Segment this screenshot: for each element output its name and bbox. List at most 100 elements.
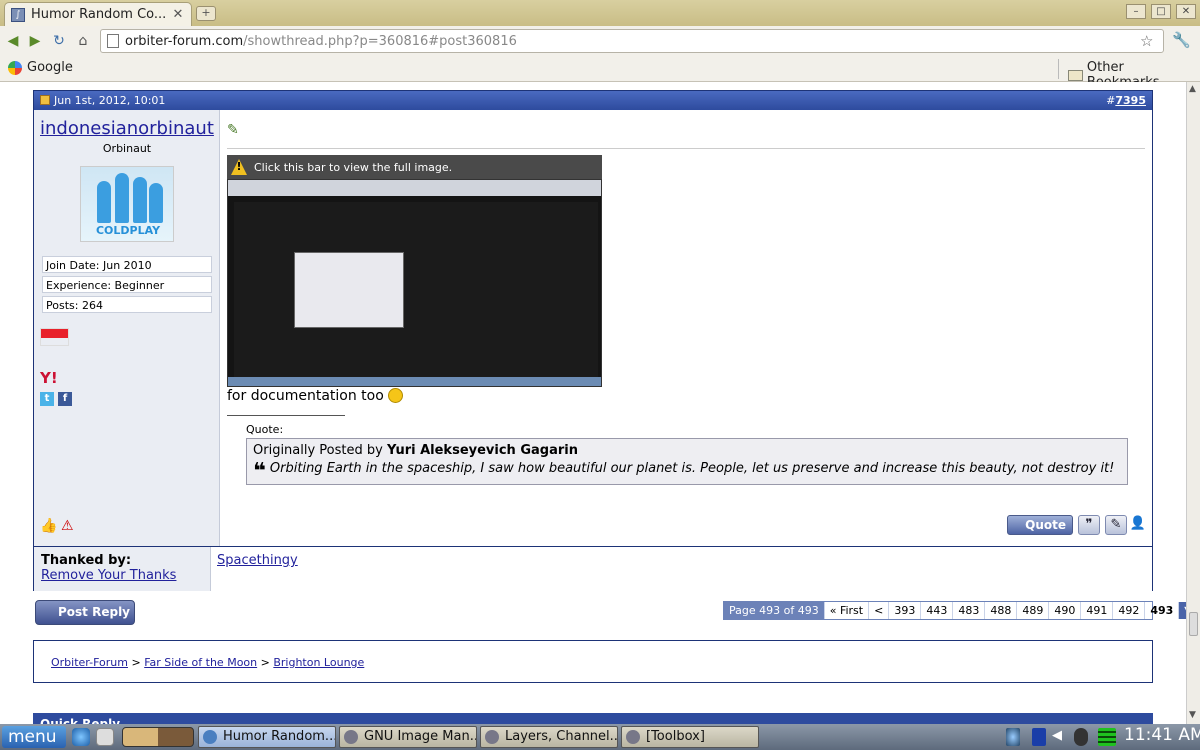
scroll-thumb[interactable] (1189, 612, 1198, 636)
breadcrumb: Orbiter-Forum > Far Side of the Moon > B… (33, 640, 1153, 683)
yahoo-icon[interactable]: Y! (40, 369, 58, 387)
taskbar-app-layers[interactable]: Layers, Channel... (480, 726, 618, 748)
bookmark-star-icon[interactable]: ☆ (1140, 32, 1153, 50)
current-page: 493 (1144, 602, 1178, 619)
first-page-link[interactable]: « First (823, 602, 868, 619)
remove-thanks-link[interactable]: Remove Your Thanks (41, 568, 176, 583)
scroll-down-icon[interactable]: ▼ (1189, 710, 1196, 720)
post-reply-button[interactable]: Post Reply (35, 600, 135, 625)
address-bar[interactable]: orbiter-forum.com/showthread.php?p=36081… (100, 29, 1164, 53)
page-link[interactable]: 490 (1048, 602, 1080, 619)
reload-icon[interactable]: ↻ (50, 32, 68, 50)
user-title: Orbinaut (102, 142, 152, 155)
cpu-monitor-icon (1098, 728, 1116, 746)
facebook-icon[interactable]: f (58, 392, 72, 406)
post-header: Jun 1st, 2012, 10:01 #7395 (34, 91, 1152, 110)
avatar[interactable]: COLDPLAY (80, 166, 174, 242)
page-link[interactable]: 489 (1016, 602, 1048, 619)
url-path: /showthread.php?p=360816#post360816 (243, 33, 517, 49)
edit-post-icon[interactable]: ✎ (1105, 515, 1127, 535)
page-link[interactable]: 393 (888, 602, 920, 619)
bookmarks-separator (1058, 59, 1059, 79)
taskbar-app-toolbox[interactable]: [Toolbox] (621, 726, 759, 748)
vertical-scrollbar[interactable]: ▲ ▼ (1186, 82, 1200, 724)
taskbar-app-gimp[interactable]: GNU Image Man... (339, 726, 477, 748)
google-icon (8, 60, 22, 75)
forward-arrow-icon[interactable]: ▶ (26, 32, 44, 50)
thanks-icon[interactable]: 👤 (1129, 515, 1147, 535)
full-image-bar[interactable]: ! Click this bar to view the full image. (227, 155, 602, 179)
new-tab-button[interactable]: + (196, 6, 216, 21)
post-number-link[interactable]: 7395 (1115, 94, 1146, 107)
post-count: Posts: 264 (42, 296, 212, 313)
page-link[interactable]: 443 (920, 602, 952, 619)
signature-divider (227, 415, 345, 416)
quote-button[interactable]: Quote (1007, 515, 1073, 535)
gimp-app-icon (344, 730, 358, 744)
volume-icon[interactable]: ◀ (1052, 728, 1066, 746)
user-info-pane: indonesianorbinaut Orbinaut COLDPLAY Joi… (34, 110, 220, 546)
network-globe-icon[interactable] (1006, 728, 1020, 746)
quote-text: ❝ Orbiting Earth in the spaceship, I saw … (253, 459, 1115, 484)
start-menu-button[interactable]: menu (2, 726, 66, 748)
report-post-icon[interactable]: ⚠ (61, 518, 74, 534)
page-viewport: Jun 1st, 2012, 10:01 #7395 indonesianorb… (0, 82, 1186, 724)
user-tray-icon[interactable] (1074, 728, 1088, 746)
breadcrumb-link[interactable]: Far Side of the Moon (144, 656, 257, 669)
bookmark-google[interactable]: Google (8, 60, 73, 75)
quick-reply-header[interactable]: Quick Reply (33, 713, 1153, 724)
full-image-bar-text: Click this bar to view the full image. (254, 160, 453, 174)
prev-page-link[interactable]: < (868, 602, 888, 619)
post-date: Jun 1st, 2012, 10:01 (54, 94, 166, 107)
close-window-icon[interactable]: ✕ (1176, 4, 1196, 19)
quote-mark-icon: ❝ (253, 459, 266, 484)
page-dropdown-icon[interactable]: ▼ (1178, 602, 1186, 619)
avatar-text: COLDPLAY (95, 224, 161, 237)
quote-label: Quote: (246, 423, 284, 436)
battery-icon[interactable] (1032, 728, 1046, 746)
browser-toolbar: ◀ ▶ ↻ ⌂ orbiter-forum.com/showthread.php… (0, 26, 1200, 56)
os-taskbar: menu Humor Random... GNU Image Man... La… (0, 724, 1200, 750)
tab-strip: ∫ Humor Random Co... ✕ + – □ ✕ (0, 0, 1200, 26)
page-link[interactable]: 492 (1112, 602, 1144, 619)
editor-launcher-icon[interactable] (96, 728, 114, 746)
breadcrumb-separator: > (131, 656, 141, 669)
browser-launcher-icon[interactable] (72, 728, 90, 746)
maximize-icon[interactable]: □ (1151, 4, 1171, 19)
username-link[interactable]: indonesianorbinaut (40, 118, 214, 139)
post-icon (40, 95, 50, 105)
site-favicon-icon: ∫ (11, 7, 25, 22)
quote-author: Yuri Alekseyevich Gagarin (386, 443, 578, 458)
page-link[interactable]: 491 (1080, 602, 1112, 619)
back-arrow-icon[interactable]: ◀ (4, 32, 22, 50)
thanks-row: Thanked by: Remove Your Thanks Spacethin… (34, 546, 1152, 591)
wrench-menu-icon[interactable]: 🔧 (1172, 31, 1191, 49)
breadcrumb-link[interactable]: Brighton Lounge (273, 656, 364, 669)
browser-tab[interactable]: ∫ Humor Random Co... ✕ (4, 2, 192, 26)
breadcrumb-link[interactable]: Orbiter-Forum (51, 656, 128, 669)
quote-source: Originally Posted by Yuri Alekseyevich G… (253, 443, 578, 458)
embedded-screenshot[interactable] (227, 179, 602, 387)
bookmark-label: Google (27, 60, 73, 75)
page-icon (107, 34, 119, 48)
workspace-preview[interactable] (122, 727, 194, 747)
home-icon[interactable]: ⌂ (74, 32, 92, 50)
multi-quote-icon[interactable]: ❞ (1078, 515, 1100, 535)
gimp-layers-icon (485, 730, 499, 744)
taskbar-app-browser[interactable]: Humor Random... (198, 726, 336, 748)
page-of-label: Page 493 of 493 (724, 602, 824, 619)
close-tab-icon[interactable]: ✕ (171, 7, 185, 22)
thanked-user-link[interactable]: Spacethingy (217, 553, 298, 568)
post-content: ✎ ! Click this bar to view the full imag… (221, 110, 1152, 546)
chrome-app-icon (203, 730, 217, 744)
page-link[interactable]: 488 (984, 602, 1016, 619)
folder-icon (1068, 69, 1083, 81)
join-date: Join Date: Jun 2010 (42, 256, 212, 273)
minimize-icon[interactable]: – (1126, 4, 1146, 19)
twitter-icon[interactable]: t (40, 392, 54, 406)
page-link[interactable]: 483 (952, 602, 984, 619)
scroll-up-icon[interactable]: ▲ (1189, 84, 1196, 94)
pagination: Page 493 of 493 « First < 393 443 483 48… (723, 601, 1186, 620)
thumb-icon[interactable]: 👍 (40, 518, 57, 534)
warning-icon: ! (231, 159, 247, 175)
